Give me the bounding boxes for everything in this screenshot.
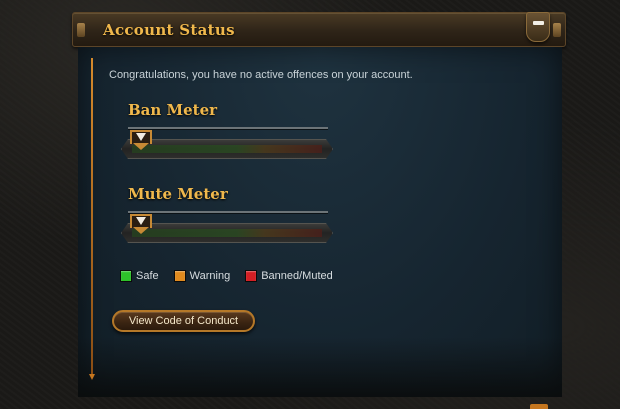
ban-meter-track <box>121 139 333 159</box>
mute-meter-title: Mute Meter <box>128 185 228 203</box>
ban-meter-gradient <box>132 145 322 153</box>
mute-meter-divider <box>128 211 328 213</box>
legend-warning: Warning <box>173 270 231 282</box>
ban-meter-indicator <box>130 130 152 150</box>
safe-swatch <box>120 270 132 282</box>
mute-meter-gradient <box>132 229 322 237</box>
view-code-of-conduct-button[interactable]: View Code of Conduct <box>112 310 255 332</box>
meter-legend: Safe Warning Banned/Muted <box>120 270 348 282</box>
panel-header: Account Status <box>72 12 566 47</box>
legend-safe: Safe <box>120 270 159 282</box>
mute-meter-track <box>121 223 333 243</box>
banned-swatch <box>245 270 258 282</box>
legend-label: Safe <box>136 270 159 282</box>
minus-icon <box>533 21 544 25</box>
down-arrow-icon <box>136 217 146 225</box>
panel-title: Account Status <box>103 21 235 39</box>
ban-meter-title: Ban Meter <box>128 101 218 119</box>
decorative-corner <box>530 404 548 409</box>
collapse-button[interactable] <box>526 12 550 42</box>
legend-label: Banned/Muted <box>261 270 333 282</box>
decorative-side-line <box>89 58 95 380</box>
legend-banned-muted: Banned/Muted <box>245 270 333 282</box>
legend-label: Warning <box>189 270 231 282</box>
mute-meter-indicator <box>130 214 152 234</box>
status-message: Congratulations, you have no active offe… <box>109 69 413 81</box>
ban-meter-divider <box>128 127 328 129</box>
down-arrow-icon <box>136 133 146 141</box>
warning-swatch <box>173 270 186 282</box>
